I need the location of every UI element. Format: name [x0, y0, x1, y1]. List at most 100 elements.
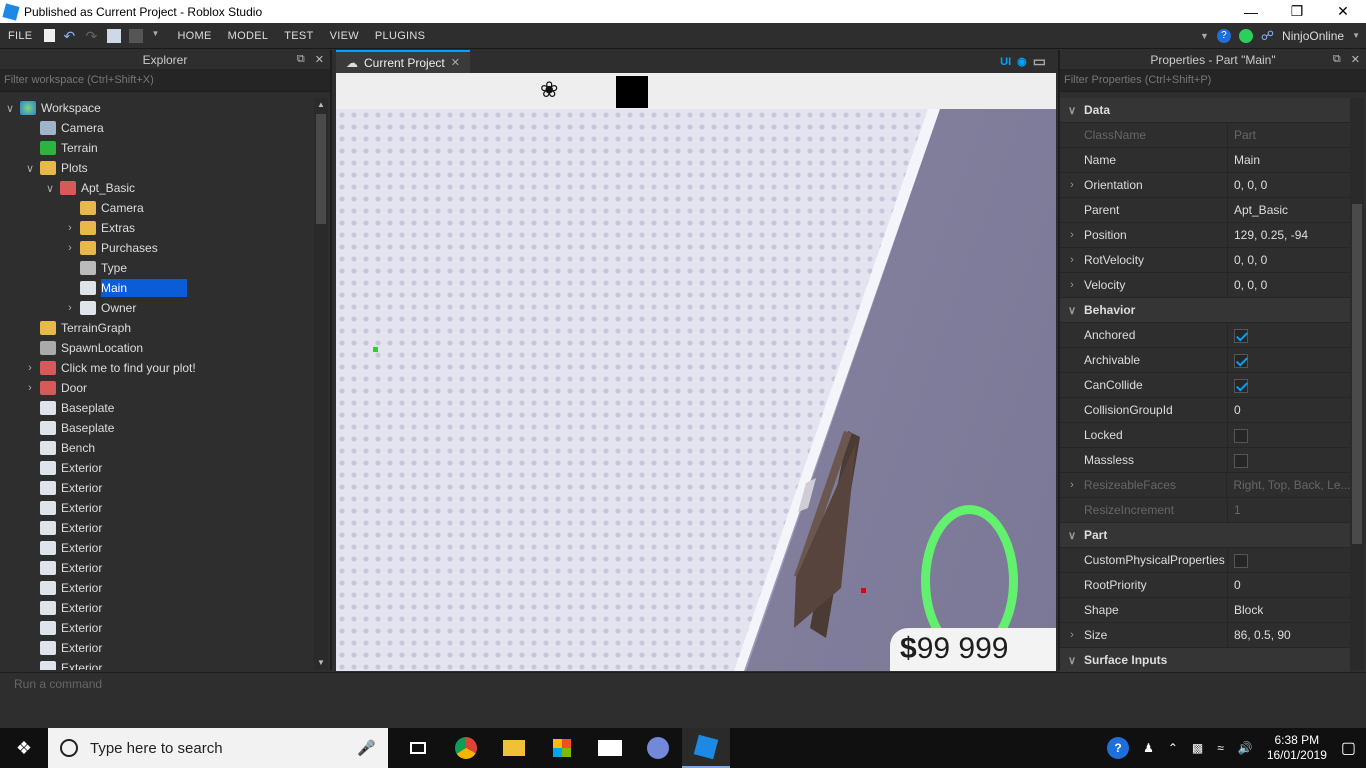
- property-row[interactable]: CollisionGroupId 0: [1060, 397, 1350, 423]
- property-value[interactable]: Main: [1228, 153, 1260, 167]
- scroll-down-icon[interactable]: ▼: [314, 656, 328, 670]
- property-row[interactable]: Archivable: [1060, 347, 1350, 373]
- close-panel-icon[interactable]: ✕: [1351, 53, 1360, 66]
- property-category[interactable]: ∨ Surface Inputs: [1060, 648, 1350, 673]
- explorer-item[interactable]: Type: [0, 258, 314, 278]
- category-collapse-icon[interactable]: ∨: [1060, 304, 1084, 317]
- property-row[interactable]: › ResizeableFaces Right, Top, Back, Le...: [1060, 472, 1350, 498]
- store-icon[interactable]: [538, 728, 586, 768]
- taskbar-clock[interactable]: 6:38 PM 16/01/2019: [1267, 733, 1327, 763]
- explorer-item[interactable]: Exterior: [0, 498, 314, 518]
- taskbar-search-box[interactable]: Type here to search 🎤: [48, 728, 388, 768]
- properties-filter-input[interactable]: Filter Properties (Ctrl+Shift+P): [1060, 70, 1366, 92]
- tab-test[interactable]: TEST: [276, 30, 321, 42]
- redo-icon[interactable]: ↷: [85, 29, 99, 43]
- black-square-icon[interactable]: [616, 76, 648, 108]
- file-explorer-icon[interactable]: [490, 728, 538, 768]
- roblox-studio-taskbar-icon[interactable]: [682, 728, 730, 768]
- property-row[interactable]: ResizeIncrement 1: [1060, 497, 1350, 523]
- explorer-item[interactable]: Exterior: [0, 478, 314, 498]
- category-collapse-icon[interactable]: ∨: [1060, 529, 1084, 542]
- 3d-viewport[interactable]: ❀ $99 999: [336, 73, 1056, 671]
- property-checkbox[interactable]: [1228, 349, 1248, 371]
- explorer-item[interactable]: Exterior: [0, 518, 314, 538]
- property-value[interactable]: 86, 0.5, 90: [1228, 628, 1291, 642]
- explorer-filter-input[interactable]: Filter workspace (Ctrl+Shift+X): [0, 70, 330, 92]
- explorer-item[interactable]: Exterior: [0, 558, 314, 578]
- explorer-item[interactable]: ∨ Plots: [0, 158, 314, 178]
- property-expand-icon[interactable]: ›: [1060, 254, 1084, 266]
- property-row[interactable]: › Velocity 0, 0, 0: [1060, 272, 1350, 298]
- property-expand-icon[interactable]: ›: [1060, 629, 1084, 641]
- tab-current-project[interactable]: ☁ Current Project ✕: [336, 50, 470, 73]
- volume-icon[interactable]: 🔊: [1238, 741, 1253, 755]
- close-button[interactable]: ✕: [1320, 0, 1366, 23]
- explorer-item[interactable]: Exterior: [0, 618, 314, 638]
- explorer-item[interactable]: Baseplate: [0, 398, 314, 418]
- unchecked-checkbox-icon[interactable]: [1234, 554, 1248, 568]
- collapsed-arrow-icon[interactable]: ›: [64, 298, 76, 318]
- microphone-icon[interactable]: 🎤: [357, 739, 388, 757]
- maximize-button[interactable]: ❐: [1274, 0, 1320, 23]
- unchecked-checkbox-icon[interactable]: [1234, 454, 1248, 468]
- property-category[interactable]: ∨ Data: [1060, 98, 1350, 123]
- property-checkbox[interactable]: [1228, 324, 1248, 346]
- undo-icon[interactable]: ↶: [63, 29, 77, 43]
- eye-icon[interactable]: ◉: [1017, 55, 1027, 68]
- property-row[interactable]: › Size 86, 0.5, 90: [1060, 622, 1350, 648]
- explorer-item[interactable]: › Purchases: [0, 238, 314, 258]
- property-category[interactable]: ∨ Behavior: [1060, 298, 1350, 323]
- explorer-item[interactable]: › Click me to find your plot!: [0, 358, 314, 378]
- explorer-item[interactable]: Exterior: [0, 458, 314, 478]
- property-row[interactable]: Shape Block: [1060, 597, 1350, 623]
- property-row[interactable]: Parent Apt_Basic: [1060, 197, 1350, 223]
- insert-part-icon[interactable]: [107, 28, 122, 43]
- property-expand-icon[interactable]: ›: [1060, 229, 1084, 241]
- new-file-icon[interactable]: [44, 29, 56, 42]
- property-row[interactable]: › Orientation 0, 0, 0: [1060, 172, 1350, 198]
- undock-icon[interactable]: ⧉: [297, 53, 305, 66]
- collapsed-arrow-icon[interactable]: ›: [24, 378, 36, 398]
- property-row[interactable]: CanCollide: [1060, 372, 1350, 398]
- property-checkbox[interactable]: [1228, 449, 1248, 471]
- property-category[interactable]: ∨ Part: [1060, 523, 1350, 548]
- property-row[interactable]: Locked: [1060, 422, 1350, 448]
- property-value[interactable]: 129, 0.25, -94: [1228, 228, 1308, 242]
- status-icon[interactable]: [1238, 28, 1253, 43]
- task-view-icon[interactable]: [394, 728, 442, 768]
- property-value[interactable]: Part: [1228, 128, 1256, 142]
- group-icon[interactable]: [129, 28, 144, 43]
- discord-icon[interactable]: [634, 728, 682, 768]
- undock-icon[interactable]: ⧉: [1333, 53, 1341, 66]
- property-value[interactable]: 0, 0, 0: [1228, 178, 1267, 192]
- explorer-item[interactable]: Exterior: [0, 578, 314, 598]
- explorer-item[interactable]: Exterior: [0, 638, 314, 658]
- property-value[interactable]: Block: [1228, 603, 1263, 617]
- device-emulator-icon[interactable]: ▭: [1033, 53, 1046, 70]
- property-row[interactable]: RootPriority 0: [1060, 572, 1350, 598]
- collapsed-arrow-icon[interactable]: ›: [64, 238, 76, 258]
- checked-checkbox-icon[interactable]: [1234, 379, 1248, 393]
- windows-start-icon[interactable]: ❖: [0, 728, 48, 768]
- expanded-arrow-icon[interactable]: ∨: [4, 98, 16, 118]
- scroll-thumb[interactable]: [1352, 204, 1362, 544]
- property-row[interactable]: › Position 129, 0.25, -94: [1060, 222, 1350, 248]
- property-row[interactable]: Massless: [1060, 447, 1350, 473]
- explorer-item[interactable]: Exterior: [0, 538, 314, 558]
- scroll-up-icon[interactable]: ▲: [314, 98, 328, 112]
- user-dropdown-icon[interactable]: ▼: [1352, 31, 1360, 40]
- people-icon[interactable]: ♟: [1143, 741, 1154, 755]
- property-row[interactable]: ClassName Part: [1060, 122, 1350, 148]
- explorer-item[interactable]: Camera: [0, 118, 314, 138]
- property-value[interactable]: Right, Top, Back, Le...: [1227, 478, 1350, 492]
- explorer-item[interactable]: Exterior: [0, 658, 314, 670]
- property-expand-icon[interactable]: ›: [1060, 179, 1084, 191]
- quick-access-dropdown-icon[interactable]: ▼: [151, 29, 165, 43]
- explorer-item[interactable]: SpawnLocation: [0, 338, 314, 358]
- file-menu[interactable]: FILE: [0, 30, 40, 42]
- scroll-thumb[interactable]: [316, 114, 326, 224]
- collapsed-arrow-icon[interactable]: ›: [64, 218, 76, 238]
- chrome-icon[interactable]: [442, 728, 490, 768]
- property-checkbox[interactable]: [1228, 374, 1248, 396]
- category-collapse-icon[interactable]: ∨: [1060, 654, 1084, 667]
